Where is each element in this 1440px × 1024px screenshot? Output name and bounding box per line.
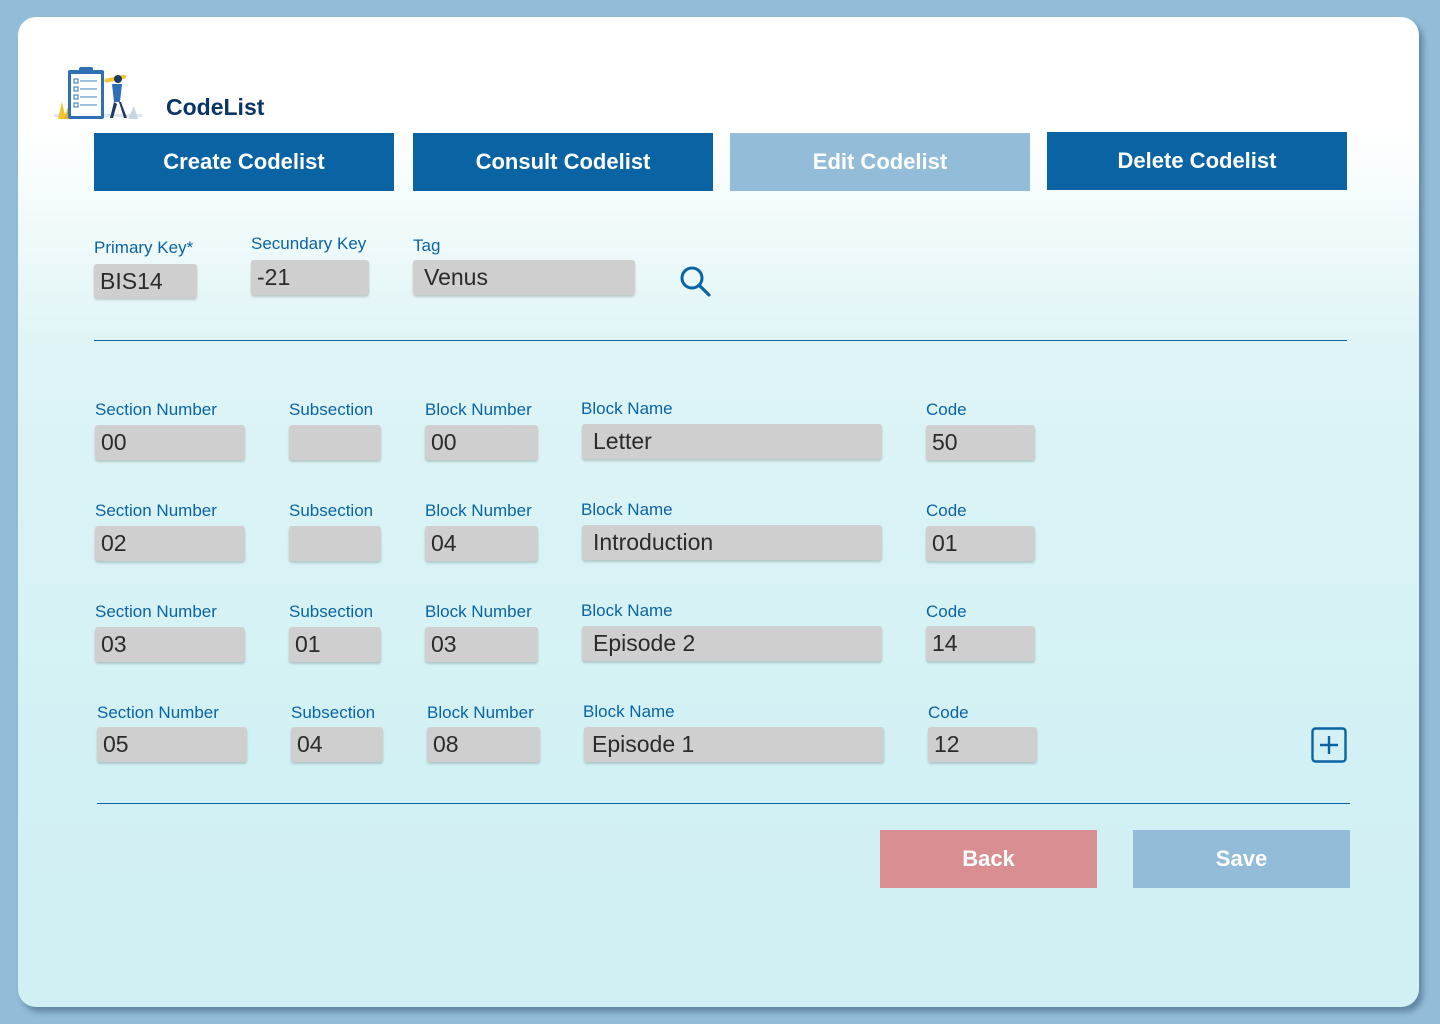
block-number-input[interactable]: 04 <box>425 526 538 561</box>
tag-label: Tag <box>413 236 441 255</box>
save-button[interactable]: Save <box>1133 830 1350 888</box>
section-number-input[interactable]: 05 <box>97 727 247 762</box>
section-number-label: Section Number <box>95 501 217 520</box>
block-number-label: Block Number <box>425 501 532 520</box>
secondary-key-input[interactable]: -21 <box>251 260 369 295</box>
consult-codelist-button[interactable]: Consult Codelist <box>413 133 713 191</box>
block-number-label: Block Number <box>425 400 532 419</box>
block-name-input[interactable]: Episode 1 <box>584 727 884 762</box>
back-button[interactable]: Back <box>880 830 1097 888</box>
subsection-input[interactable] <box>289 425 381 460</box>
block-name-label: Block Name <box>581 601 673 620</box>
subsection-input[interactable]: 01 <box>289 627 381 662</box>
section-number-label: Section Number <box>97 703 219 722</box>
code-input[interactable]: 01 <box>926 526 1035 561</box>
block-number-input[interactable]: 00 <box>425 425 538 460</box>
tag-input[interactable]: Venus <box>413 260 635 295</box>
code-label: Code <box>926 602 967 621</box>
clipboard-checklist-icon <box>54 67 142 119</box>
code-input[interactable]: 12 <box>928 727 1037 762</box>
secondary-key-label: Secundary Key <box>251 234 367 253</box>
section-number-input[interactable]: 02 <box>95 526 245 561</box>
search-icon[interactable] <box>678 264 712 298</box>
subsection-label: Subsection <box>289 602 374 621</box>
code-label: Code <box>928 703 969 722</box>
block-number-input[interactable]: 08 <box>427 727 540 762</box>
subsection-label: Subsection <box>289 501 374 520</box>
primary-key-label: Primary Key* <box>94 238 194 257</box>
block-name-label: Block Name <box>581 399 673 418</box>
block-name-input[interactable]: Letter <box>582 424 882 459</box>
edit-codelist-button[interactable]: Edit Codelist <box>730 133 1030 191</box>
delete-codelist-button[interactable]: Delete Codelist <box>1047 132 1347 190</box>
code-input[interactable]: 14 <box>926 626 1035 661</box>
block-name-label: Block Name <box>583 702 675 721</box>
bottom-divider <box>97 803 1350 804</box>
subsection-input[interactable]: 04 <box>291 727 383 762</box>
app-title: CodeList <box>166 94 265 120</box>
block-name-input[interactable]: Introduction <box>582 525 882 560</box>
section-number-label: Section Number <box>95 602 217 621</box>
section-number-input[interactable]: 00 <box>95 425 245 460</box>
code-label: Code <box>926 501 967 520</box>
block-name-input[interactable]: Episode 2 <box>582 626 882 661</box>
code-label: Code <box>926 400 967 419</box>
block-number-input[interactable]: 03 <box>425 627 538 662</box>
primary-key-input[interactable]: BIS14 <box>94 264 197 298</box>
codelist-card: CodeList Create Codelist Consult Codelis… <box>18 17 1419 1007</box>
add-row-icon[interactable] <box>1311 727 1347 763</box>
block-number-label: Block Number <box>427 703 534 722</box>
subsection-label: Subsection <box>291 703 376 722</box>
top-divider <box>94 340 1347 341</box>
block-number-label: Block Number <box>425 602 532 621</box>
block-name-label: Block Name <box>581 500 673 519</box>
subsection-label: Subsection <box>289 400 374 419</box>
subsection-input[interactable] <box>289 526 381 561</box>
create-codelist-button[interactable]: Create Codelist <box>94 133 394 191</box>
code-input[interactable]: 50 <box>926 425 1035 460</box>
section-number-label: Section Number <box>95 400 217 419</box>
section-number-input[interactable]: 03 <box>95 627 245 662</box>
